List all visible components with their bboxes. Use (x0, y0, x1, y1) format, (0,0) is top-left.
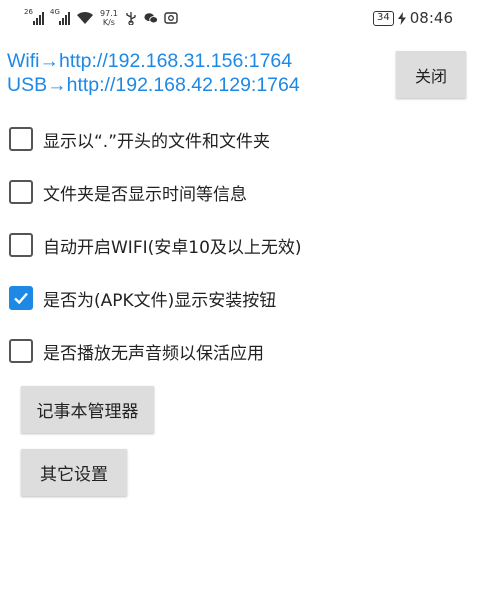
other-settings-button[interactable]: 其它设置 (21, 449, 127, 496)
charging-icon (397, 11, 406, 25)
checkbox[interactable] (9, 339, 33, 363)
usb-icon (126, 12, 136, 25)
status-left: 26 4G 97.1 K/s (24, 8, 178, 27)
signal-icon-sim2: 4G (50, 8, 70, 25)
status-bar: 26 4G 97.1 K/s 34 08:46 (0, 0, 477, 36)
checkbox-checked[interactable] (9, 286, 33, 310)
option-label: 是否为(APK文件)显示安装按钮 (43, 290, 277, 311)
wechat-icon (144, 13, 158, 24)
server-urls: Wifi→http://192.168.31.156:1764 USB→http… (7, 49, 300, 97)
option-silent-audio[interactable]: 是否播放无声音频以保活应用 (9, 338, 264, 364)
net-speed-unit: K/s (102, 18, 115, 27)
image-icon (164, 12, 178, 24)
battery-icon: 34 (373, 10, 394, 26)
option-folder-info[interactable]: 文件夹是否显示时间等信息 (9, 179, 247, 205)
usb-url[interactable]: USB→http://192.168.42.129:1764 (7, 73, 300, 97)
option-label: 显示以“.”开头的文件和文件夹 (43, 131, 271, 152)
checkbox[interactable] (9, 180, 33, 204)
signal-icon-sim1: 26 (24, 8, 44, 25)
option-auto-wifi[interactable]: 自动开启WIFI(安卓10及以上无效) (9, 232, 302, 258)
net-speed: 97.1 K/s (100, 9, 118, 27)
clock: 08:46 (409, 9, 453, 27)
checkbox[interactable] (9, 127, 33, 151)
signal-tag: 4G (50, 8, 60, 16)
net-speed-value: 97.1 (100, 9, 118, 18)
option-label: 自动开启WIFI(安卓10及以上无效) (43, 237, 302, 258)
battery-level: 34 (377, 12, 390, 23)
status-right: 34 08:46 (373, 9, 453, 27)
checkmark-icon (14, 292, 28, 305)
checkbox[interactable] (9, 233, 33, 257)
wifi-icon (77, 11, 93, 24)
option-show-hidden[interactable]: 显示以“.”开头的文件和文件夹 (9, 126, 270, 152)
close-button[interactable]: 关闭 (396, 51, 466, 98)
option-label: 文件夹是否显示时间等信息 (43, 184, 247, 205)
wifi-url[interactable]: Wifi→http://192.168.31.156:1764 (7, 49, 300, 73)
option-apk-install[interactable]: 是否为(APK文件)显示安装按钮 (9, 285, 276, 311)
signal-tag: 26 (24, 8, 33, 16)
option-label: 是否播放无声音频以保活应用 (43, 343, 264, 364)
notepad-manager-button[interactable]: 记事本管理器 (21, 386, 154, 433)
